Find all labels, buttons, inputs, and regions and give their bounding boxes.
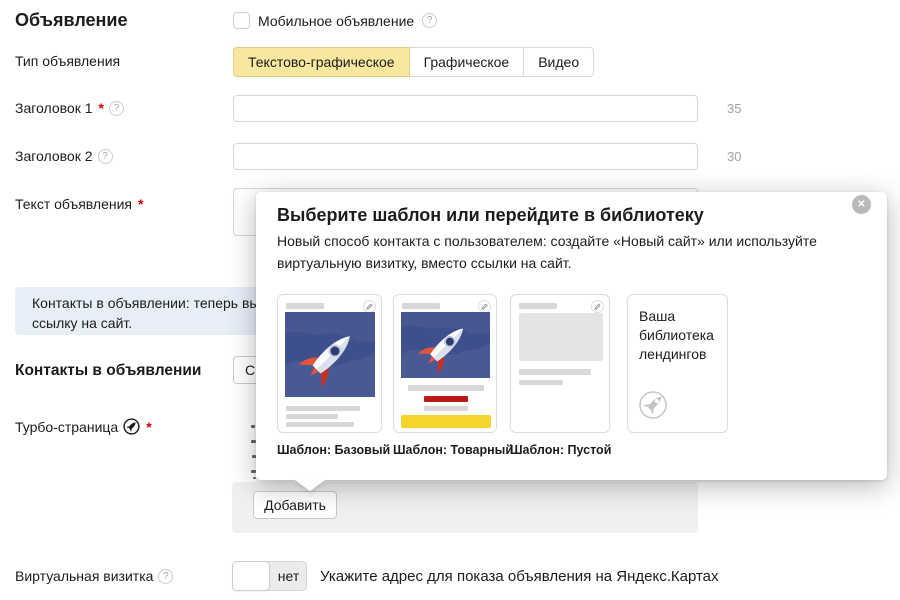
- template-card-basic-label: Шаблон: Базовый: [277, 443, 391, 457]
- page-title: Объявление: [15, 10, 128, 30]
- vcard-toggle[interactable]: нет: [232, 561, 307, 591]
- landing-library-card[interactable]: Ваша библиотека лендингов: [627, 294, 728, 433]
- required-asterisk: *: [138, 196, 144, 212]
- mobile-ad-row: Мобильное объявление: [233, 12, 438, 29]
- turbo-label: Турбо-страница: [15, 418, 119, 435]
- image-placeholder-block: [519, 313, 603, 361]
- ad-type-tabs: Текстово-графическое Графическое Видео: [233, 47, 595, 77]
- template-card-product[interactable]: [393, 294, 497, 433]
- placeholder-bar: [519, 380, 563, 385]
- required-asterisk: *: [98, 100, 104, 116]
- obscured-text-fragment: [253, 477, 256, 479]
- headline1-input[interactable]: [233, 95, 698, 122]
- mobile-ad-checkbox[interactable]: [233, 12, 250, 29]
- template-card-empty-label: Шаблон: Пустой: [510, 443, 612, 457]
- vcard-label: Виртуальная визитка: [15, 568, 154, 584]
- toggle-thumb[interactable]: [232, 561, 270, 591]
- template-chooser-popup: Выберите шаблон или перейдите в библиоте…: [256, 192, 887, 491]
- template-card-product-label: Шаблон: Товарный: [393, 443, 514, 457]
- ad-edit-page: Объявление Мобильное объявление Тип объя…: [0, 0, 900, 600]
- placeholder-bar: [519, 369, 591, 375]
- headline1-label-row: Заголовок 1 *: [15, 100, 124, 116]
- headline2-label-row: Заголовок 2: [15, 148, 113, 164]
- help-icon[interactable]: [97, 148, 113, 164]
- turbo-rocket-icon: [123, 418, 140, 435]
- rocket-illustration: [285, 312, 375, 397]
- placeholder-bar: [286, 303, 324, 309]
- placeholder-bar: [408, 385, 484, 391]
- tab-video[interactable]: Видео: [523, 47, 595, 77]
- library-card-text: Ваша библиотека лендингов: [639, 308, 714, 362]
- popup-title: Выберите шаблон или перейдите в библиоте…: [277, 205, 704, 225]
- template-card-empty[interactable]: [510, 294, 610, 433]
- headline1-chars-left: 35: [727, 101, 742, 116]
- placeholder-bar: [286, 406, 360, 411]
- placeholder-bar: [402, 303, 440, 309]
- ad-type-label: Тип объявления: [15, 53, 121, 69]
- placeholder-bar: [519, 303, 557, 309]
- toggle-value: нет: [277, 568, 300, 584]
- turbo-label-row: Турбо-страница *: [15, 418, 152, 435]
- cta-button-yellow: [401, 415, 491, 428]
- add-turbo-page-button[interactable]: Добавить: [253, 491, 337, 519]
- edit-pencil-icon[interactable]: [591, 300, 604, 313]
- headline2-label: Заголовок 2: [15, 148, 93, 164]
- obscured-text-fragment: [251, 425, 255, 428]
- library-rocket-icon: [639, 391, 667, 419]
- ad-text-label-row: Текст объявления *: [15, 196, 143, 212]
- required-asterisk: *: [146, 418, 152, 435]
- popup-pointer: [295, 480, 325, 491]
- help-icon[interactable]: [108, 100, 124, 116]
- placeholder-bar: [424, 406, 468, 411]
- tab-graphic[interactable]: Графическое: [408, 47, 525, 77]
- close-icon[interactable]: [852, 195, 871, 214]
- ad-text-label: Текст объявления: [15, 196, 133, 212]
- help-icon[interactable]: [422, 13, 438, 28]
- mobile-ad-label: Мобильное объявление: [258, 12, 415, 29]
- placeholder-bar: [286, 422, 354, 427]
- help-icon[interactable]: [158, 568, 174, 584]
- template-card-basic[interactable]: [277, 294, 382, 433]
- placeholder-bar: [286, 414, 338, 419]
- headline2-input[interactable]: [233, 143, 698, 170]
- popup-description: Новый способ контакта с пользователем: с…: [277, 233, 817, 271]
- rocket-illustration: [401, 312, 490, 378]
- vcard-hint: Укажите адрес для показа объявления на Я…: [320, 568, 719, 585]
- headline1-label: Заголовок 1: [15, 100, 93, 116]
- contacts-heading: Контакты в объявлении: [15, 362, 202, 379]
- headline2-chars-left: 30: [727, 149, 742, 164]
- vcard-label-row: Виртуальная визитка: [15, 568, 174, 584]
- tab-text-graphic[interactable]: Текстово-графическое: [233, 47, 410, 77]
- price-bar-red: [424, 396, 468, 402]
